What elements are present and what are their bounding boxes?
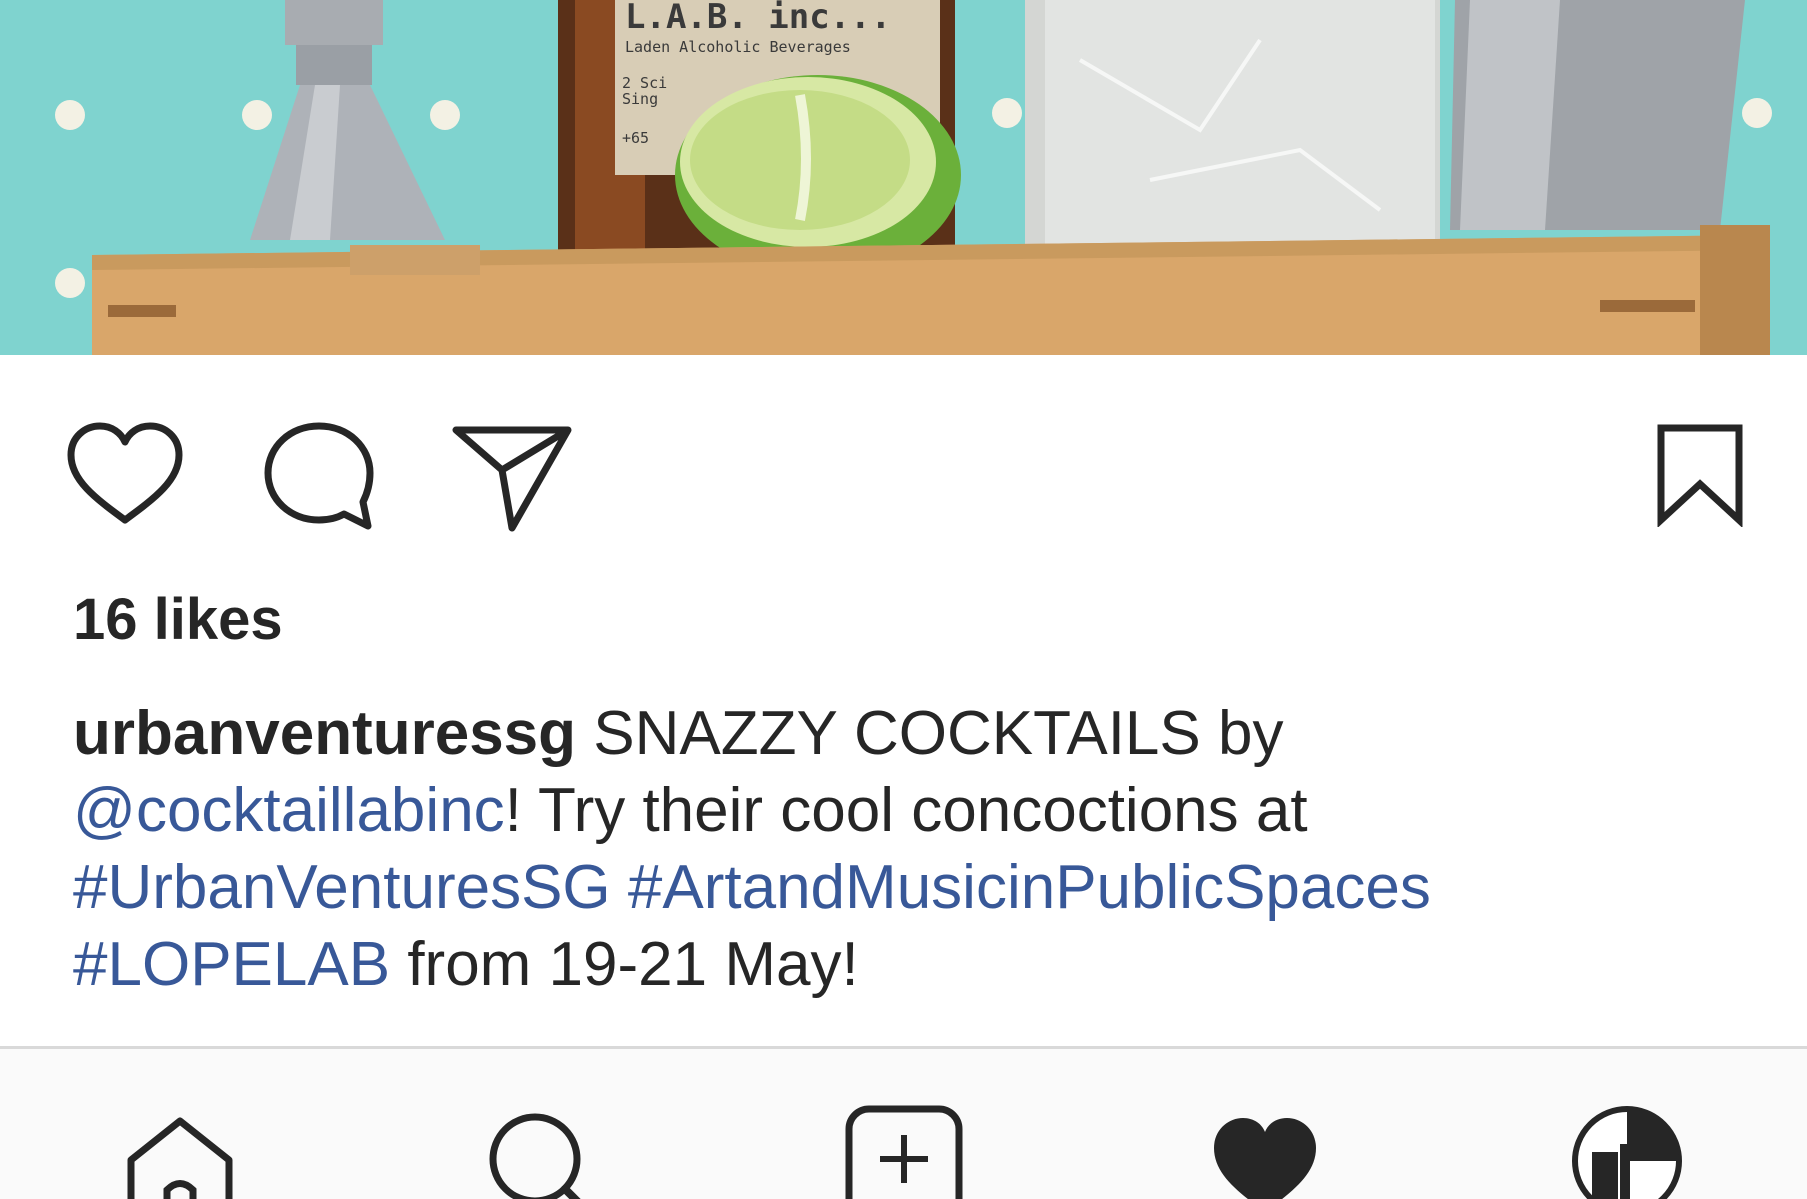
likes-count[interactable]: 16 likes: [73, 585, 283, 655]
cocktail-product-photo: L.A.B. inc... Laden Alcoholic Beverages …: [0, 0, 1807, 355]
caption-text: ! Try their cool concoctions at: [504, 776, 1308, 845]
bottle-label-title: L.A.B. inc...: [625, 0, 891, 37]
heart-outline-icon[interactable]: [65, 420, 185, 530]
ice-glass: [1025, 0, 1440, 270]
caption-username[interactable]: urbanventuressg: [73, 699, 576, 768]
caption-text: SNAZZY COCKTAILS by: [576, 699, 1284, 768]
bottom-tab-bar: [0, 1046, 1807, 1199]
cocktail-shaker: [1450, 0, 1745, 230]
home-icon[interactable]: [125, 1115, 235, 1199]
bottle-label-subtitle: Laden Alcoholic Beverages: [625, 38, 851, 56]
bookmark-icon[interactable]: [1655, 422, 1745, 527]
hashtag-link[interactable]: #LOPELAB: [73, 930, 390, 999]
caption-text: from 19-21 May!: [390, 930, 859, 999]
hashtag-link[interactable]: #UrbanVenturesSG: [73, 853, 611, 922]
bottle-label-line: Sing: [622, 90, 658, 108]
profile-avatar-icon[interactable]: [1570, 1104, 1685, 1199]
bottle-label-line: +65: [622, 129, 649, 147]
lime-half: [675, 75, 961, 275]
caption-mention-link[interactable]: @cocktaillabinc: [73, 776, 505, 845]
post-caption: urbanventuressg SNAZZY COCKTAILS by @coc…: [73, 695, 1753, 1003]
comment-bubble-icon[interactable]: [262, 420, 377, 535]
activity-heart-icon[interactable]: [1210, 1112, 1320, 1199]
search-icon[interactable]: [485, 1109, 595, 1199]
hashtag-link[interactable]: #ArtandMusicinPublicSpaces: [628, 853, 1431, 922]
paper-plane-share-icon[interactable]: [450, 420, 575, 535]
post-action-bar: [0, 400, 1807, 540]
post-image[interactable]: L.A.B. inc... Laden Alcoholic Beverages …: [0, 0, 1807, 355]
add-post-icon[interactable]: [845, 1105, 963, 1199]
